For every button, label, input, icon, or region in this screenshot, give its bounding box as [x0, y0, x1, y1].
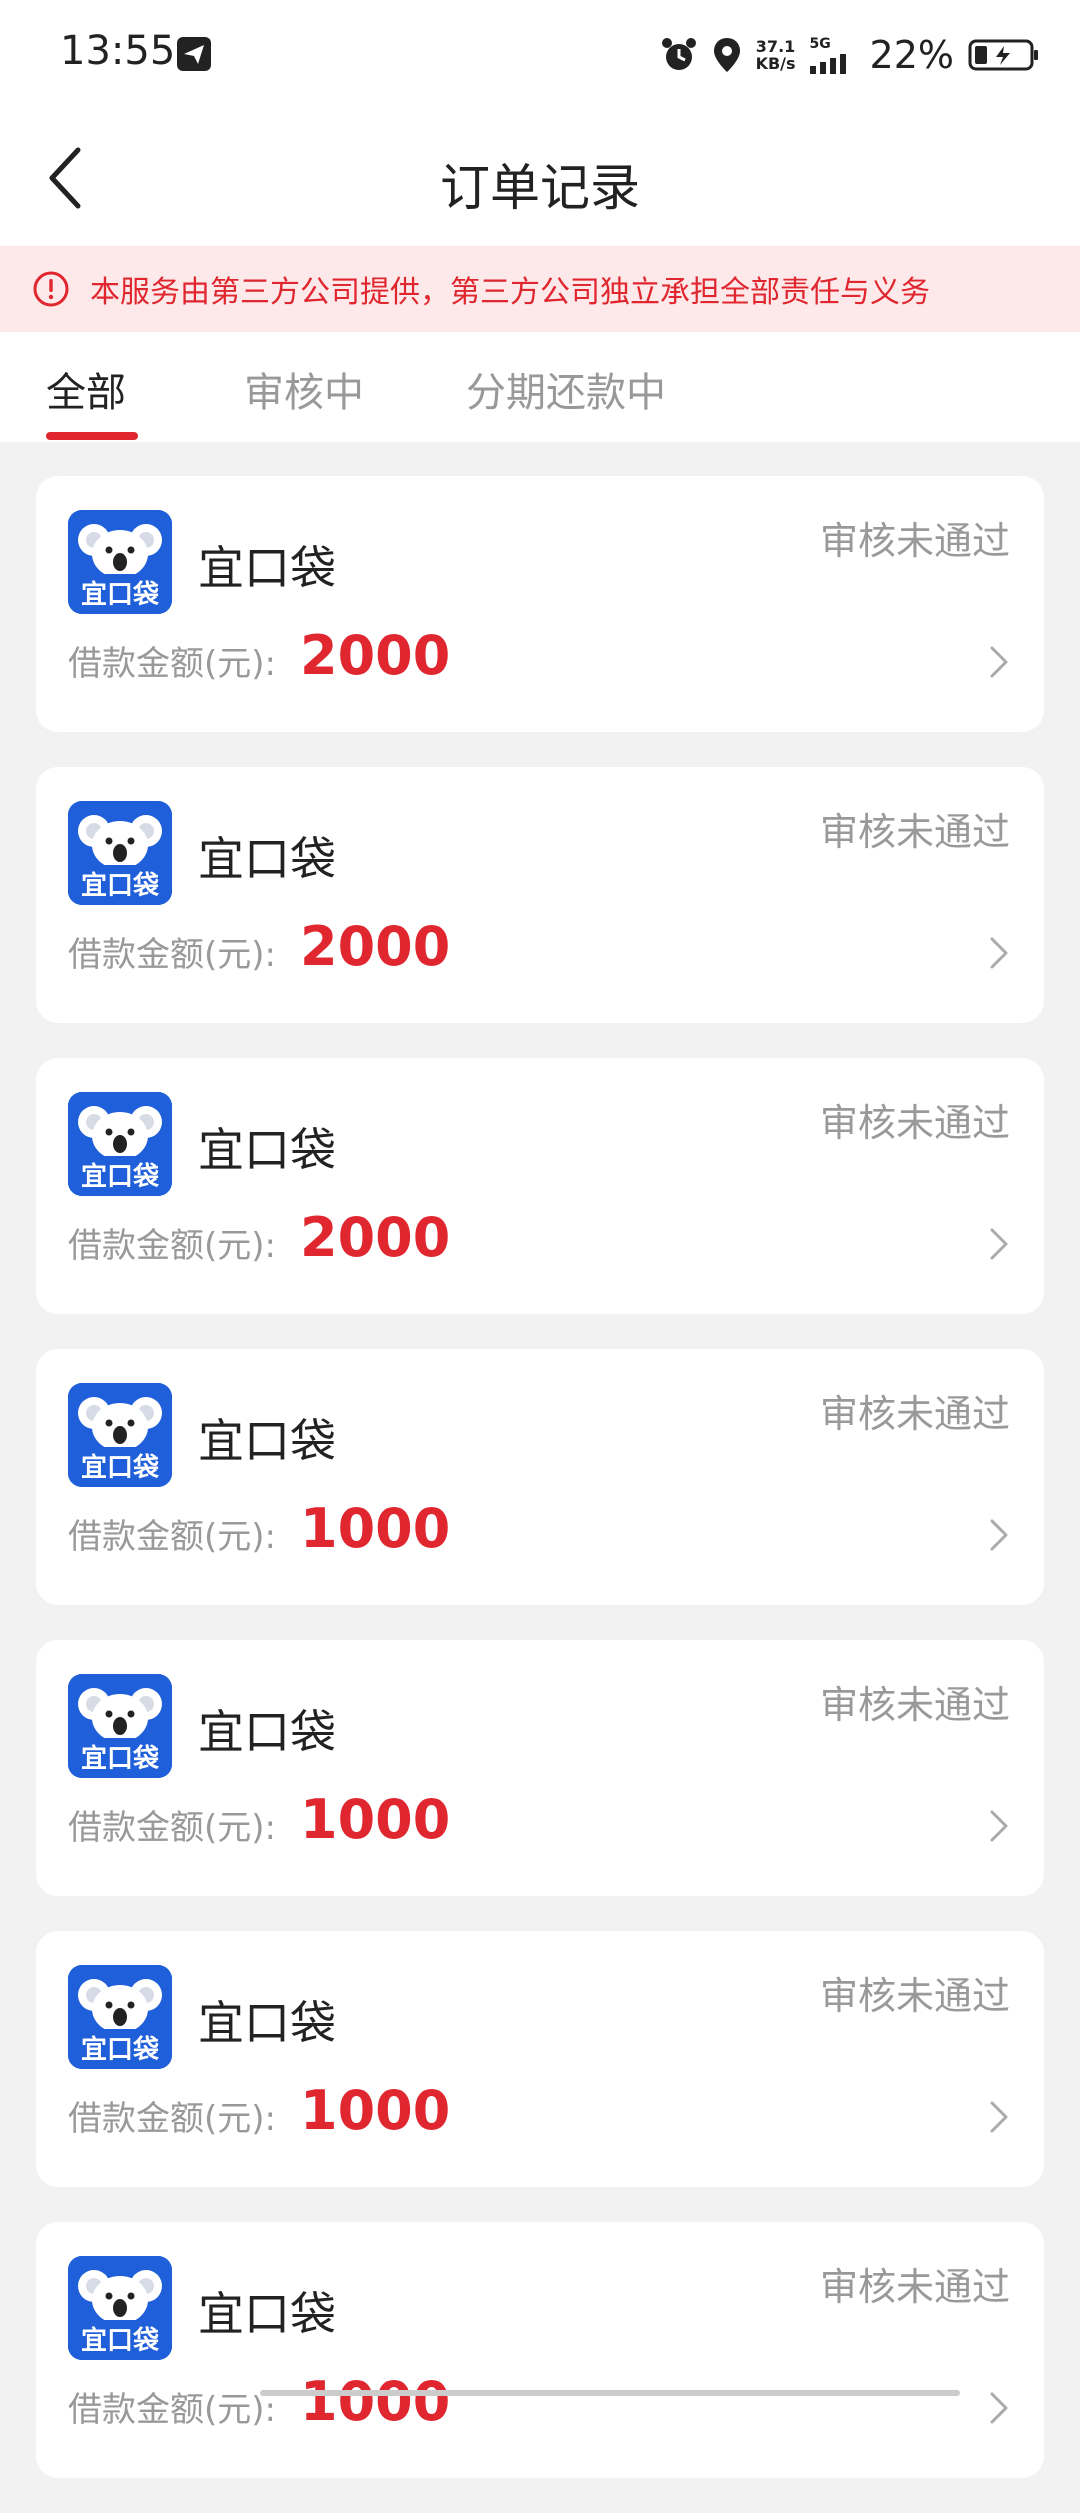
order-card[interactable]: 宜口袋 宜口袋 审核未通过 借款金额(元): 1000	[36, 1931, 1044, 2187]
chevron-right-icon	[990, 1519, 1008, 1551]
order-card[interactable]: 宜口袋 宜口袋 审核未通过 借款金额(元): 1000	[36, 1349, 1044, 1605]
active-tab-indicator	[46, 432, 138, 440]
chevron-right-icon	[990, 2101, 1008, 2133]
chevron-right-icon	[990, 646, 1008, 678]
app-name: 宜口袋	[198, 1996, 336, 2050]
tab-reviewing[interactable]: 审核中	[244, 360, 364, 418]
app-name: 宜口袋	[198, 541, 336, 595]
loan-amount: 2000	[300, 915, 451, 978]
app-logo: 宜口袋	[68, 510, 172, 614]
loan-amount: 1000	[300, 1497, 451, 1560]
svg-text:宜口袋: 宜口袋	[81, 579, 160, 610]
loan-amount-label: 借款金额(元):	[68, 1517, 276, 1557]
alarm-icon	[661, 38, 696, 70]
signal-group: 5G	[809, 36, 856, 74]
app-logo: 宜口袋	[68, 1965, 172, 2069]
order-list: 宜口袋 宜口袋 审核未通过 借款金额(元): 2000 宜口袋 宜口袋 审核未通…	[36, 476, 1044, 2513]
order-tabs: 全部 审核中 分期还款中	[0, 332, 1080, 442]
tab-all[interactable]: 全部	[46, 360, 126, 418]
order-card[interactable]: 宜口袋 宜口袋 审核未通过 借款金额(元): 2000	[36, 767, 1044, 1023]
koala-logo-icon: 宜口袋	[68, 801, 172, 905]
order-card[interactable]: 宜口袋 宜口袋 审核未通过 借款金额(元): 2000	[36, 476, 1044, 732]
scroll-indicator	[260, 2390, 960, 2396]
status-icons: 37.1 KB/s 5G 22%	[660, 30, 1040, 80]
status-bar: 13:55 37.1 KB/s 5G 22%	[0, 0, 1080, 110]
disclaimer-banner: 本服务由第三方公司提供，第三方公司独立承担全部责任与义务	[0, 246, 1080, 332]
order-status: 审核未通过	[819, 2265, 1010, 2309]
koala-logo-icon: 宜口袋	[68, 1092, 172, 1196]
network-type: 5G	[809, 36, 831, 52]
loan-amount-label: 借款金额(元):	[68, 2390, 276, 2430]
net-speed-unit: KB/s	[755, 54, 796, 73]
svg-text:宜口袋: 宜口袋	[81, 1161, 160, 1192]
app-logo: 宜口袋	[68, 1674, 172, 1778]
koala-logo-icon: 宜口袋	[68, 1674, 172, 1778]
app-logo: 宜口袋	[68, 1383, 172, 1487]
loan-amount-label: 借款金额(元):	[68, 644, 276, 684]
app-name: 宜口袋	[198, 1414, 336, 1468]
svg-text:宜口袋: 宜口袋	[81, 2325, 160, 2356]
chevron-right-icon	[990, 1228, 1008, 1260]
koala-logo-icon: 宜口袋	[68, 1965, 172, 2069]
app-name: 宜口袋	[198, 832, 336, 886]
battery-icon	[968, 39, 1038, 71]
order-status: 审核未通过	[819, 1101, 1010, 1145]
tab-installment[interactable]: 分期还款中	[466, 360, 666, 418]
loan-amount-label: 借款金额(元):	[68, 1226, 276, 1266]
app-name: 宜口袋	[198, 2287, 336, 2341]
koala-logo-icon: 宜口袋	[68, 510, 172, 614]
net-speed: 37.1 KB/s	[756, 38, 796, 72]
chevron-right-icon	[990, 1810, 1008, 1842]
order-card[interactable]: 宜口袋 宜口袋 审核未通过 借款金额(元): 1000	[36, 2222, 1044, 2478]
send-icon	[177, 37, 211, 71]
order-status: 审核未通过	[819, 1974, 1010, 2018]
order-status: 审核未通过	[819, 1392, 1010, 1436]
app-header: 订单记录	[0, 110, 1080, 246]
net-speed-value: 37.1	[755, 37, 796, 56]
app-logo: 宜口袋	[68, 1092, 172, 1196]
loan-amount: 2000	[300, 1206, 451, 1269]
loan-amount: 2000	[300, 624, 451, 687]
svg-text:宜口袋: 宜口袋	[81, 870, 160, 901]
svg-text:宜口袋: 宜口袋	[81, 1452, 160, 1483]
loan-amount: 1000	[300, 1788, 451, 1851]
loan-amount-label: 借款金额(元):	[68, 2099, 276, 2139]
order-status: 审核未通过	[819, 1683, 1010, 1727]
loan-amount-label: 借款金额(元):	[68, 935, 276, 975]
koala-logo-icon: 宜口袋	[68, 2256, 172, 2360]
disclaimer-text: 本服务由第三方公司提供，第三方公司独立承担全部责任与义务	[90, 275, 930, 310]
app-logo: 宜口袋	[68, 2256, 172, 2360]
svg-text:宜口袋: 宜口袋	[81, 2034, 160, 2065]
loan-amount: 1000	[300, 2370, 451, 2433]
svg-text:宜口袋: 宜口袋	[81, 1743, 160, 1774]
order-card[interactable]: 宜口袋 宜口袋 审核未通过 借款金额(元): 2000	[36, 1058, 1044, 1314]
battery-percent: 22%	[869, 33, 954, 77]
chevron-right-icon	[990, 2392, 1008, 2424]
app-name: 宜口袋	[198, 1123, 336, 1177]
signal-icon	[809, 54, 846, 74]
loan-amount: 1000	[300, 2079, 451, 2142]
app-logo: 宜口袋	[68, 801, 172, 905]
koala-logo-icon: 宜口袋	[68, 1383, 172, 1487]
order-status: 审核未通过	[819, 810, 1010, 854]
page-title: 订单记录	[440, 159, 640, 217]
alert-circle-icon	[33, 271, 69, 307]
loan-amount-label: 借款金额(元):	[68, 1808, 276, 1848]
chevron-right-icon	[990, 937, 1008, 969]
location-icon	[713, 38, 740, 72]
app-name: 宜口袋	[198, 1705, 336, 1759]
order-status: 审核未通过	[819, 519, 1010, 563]
order-card[interactable]: 宜口袋 宜口袋 审核未通过 借款金额(元): 1000	[36, 1640, 1044, 1896]
status-time: 13:55	[60, 28, 176, 74]
